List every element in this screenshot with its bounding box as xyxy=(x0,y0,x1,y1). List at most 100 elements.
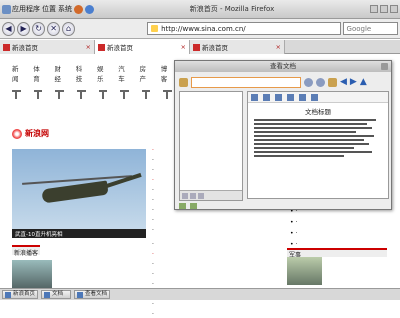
list-item[interactable]: · xyxy=(152,271,282,278)
tab-2[interactable]: 新浪首页 × xyxy=(95,40,190,54)
folder-icon[interactable] xyxy=(179,77,188,87)
back-button[interactable]: ◀ xyxy=(2,21,16,36)
nav-link[interactable]: 体育 xyxy=(33,63,44,93)
find-icon[interactable] xyxy=(304,77,313,87)
zoom-icon[interactable] xyxy=(316,77,325,87)
status-icon xyxy=(190,203,197,209)
nav-link[interactable]: 娱乐 xyxy=(97,63,108,93)
home-button[interactable]: ⌂ xyxy=(62,21,76,36)
text-line xyxy=(254,131,357,133)
list-item[interactable]: · xyxy=(152,217,182,224)
dialog-close-button[interactable] xyxy=(381,63,388,70)
up-arrow-icon[interactable]: ▲ xyxy=(360,77,367,87)
nav-link[interactable]: 科技 xyxy=(76,63,87,93)
home-icon[interactable] xyxy=(287,93,294,101)
browser-icon xyxy=(5,291,11,298)
nav-link[interactable]: 财经 xyxy=(55,63,66,93)
search-icon[interactable] xyxy=(198,192,204,199)
first-page-icon[interactable] xyxy=(251,93,258,101)
close-tab-icon[interactable]: × xyxy=(181,43,186,51)
channel-icon[interactable] xyxy=(33,90,43,100)
sidebar-pane[interactable] xyxy=(179,91,243,201)
channel-icon[interactable] xyxy=(163,90,172,100)
text-line xyxy=(254,151,372,153)
system-menu[interactable]: 系统 xyxy=(58,4,72,14)
list-item[interactable]: · xyxy=(152,281,282,288)
text-line xyxy=(254,139,365,141)
save-icon[interactable] xyxy=(311,93,318,101)
close-tab-icon[interactable]: × xyxy=(276,43,281,51)
favicon-icon xyxy=(3,43,10,51)
section-header-video[interactable]: 新浪播客 xyxy=(12,245,41,257)
firefox-icon[interactable] xyxy=(74,4,83,14)
taskbar: 新浪首页 文档 查看文档 xyxy=(0,288,400,300)
channel-icon[interactable] xyxy=(12,90,21,100)
list-item[interactable]: · xyxy=(152,261,282,268)
url-bar[interactable]: http://www.sina.com.cn/ xyxy=(147,22,341,35)
taskbar-item-viewer[interactable]: 查看文档 xyxy=(74,290,111,299)
text-line xyxy=(254,119,376,121)
bookmark-icon[interactable] xyxy=(328,77,337,87)
prev-page-icon[interactable] xyxy=(263,93,270,101)
list-item[interactable]: · xyxy=(152,311,282,318)
document-toolbar xyxy=(248,92,388,103)
tab-1[interactable]: 新浪首页 × xyxy=(0,40,95,54)
list-item[interactable]: · xyxy=(290,241,390,248)
next-arrow-icon[interactable]: ▶ xyxy=(350,77,357,87)
eye-logo-icon xyxy=(12,128,22,139)
status-icon xyxy=(179,203,186,209)
tab-3[interactable]: 新浪首页 × xyxy=(190,40,285,54)
applications-menu[interactable]: 应用程序 xyxy=(2,4,40,14)
mail-icon[interactable] xyxy=(85,4,94,14)
list-item[interactable]: · xyxy=(152,227,182,234)
dialog-search-input[interactable] xyxy=(191,76,301,88)
prev-arrow-icon[interactable]: ◀ xyxy=(340,77,347,87)
app-icon xyxy=(2,4,11,14)
document-pane[interactable]: 文档标题 xyxy=(247,91,389,199)
nav-link[interactable]: 博客 xyxy=(161,63,172,93)
channel-icon[interactable] xyxy=(141,90,151,100)
reload-button[interactable]: ↻ xyxy=(32,21,46,36)
url-text: http://www.sina.com.cn/ xyxy=(161,24,246,33)
channel-icon[interactable] xyxy=(76,90,86,100)
close-button[interactable] xyxy=(390,5,398,13)
maximize-button[interactable] xyxy=(380,5,388,13)
site-icon xyxy=(151,25,159,32)
taskbar-item-browser[interactable]: 新浪首页 xyxy=(2,290,39,299)
minimize-button[interactable] xyxy=(370,5,378,13)
places-menu[interactable]: 位置 xyxy=(42,4,56,14)
list-item[interactable]: · xyxy=(152,301,282,308)
nav-link[interactable]: 房产 xyxy=(140,63,151,93)
military-thumbnail[interactable] xyxy=(287,257,322,285)
text-line xyxy=(254,155,344,157)
forward-button[interactable]: ▶ xyxy=(17,21,31,36)
close-tab-icon[interactable]: × xyxy=(86,43,91,51)
tab-bar: 新浪首页 × 新浪首页 × 新浪首页 × xyxy=(0,40,400,54)
dialog-statusbar xyxy=(179,202,389,210)
search-input[interactable]: Google xyxy=(342,22,398,35)
channel-icon[interactable] xyxy=(55,90,64,100)
channel-icon[interactable] xyxy=(120,90,129,100)
stop-button[interactable]: ✕ xyxy=(47,21,61,36)
print-icon[interactable] xyxy=(299,93,306,101)
headline-image[interactable] xyxy=(12,149,146,229)
image-caption[interactable]: 武直-10直升机亮相 xyxy=(12,229,146,238)
text-line xyxy=(254,147,354,149)
nav-link[interactable]: 新闻 xyxy=(12,63,23,93)
list-item[interactable]: · xyxy=(152,251,282,258)
video-thumbnail[interactable] xyxy=(12,260,52,288)
site-logo[interactable]: 新浪网 xyxy=(12,128,49,139)
window-controls xyxy=(370,5,398,13)
taskbar-item-document[interactable]: 文档 xyxy=(41,290,72,299)
nav-link[interactable]: 汽车 xyxy=(118,63,129,93)
document-text xyxy=(248,116,388,160)
list-item[interactable]: · xyxy=(152,241,282,248)
thumb-icon[interactable] xyxy=(182,192,188,199)
list-item[interactable]: · xyxy=(290,219,390,226)
index-icon[interactable] xyxy=(190,192,196,199)
list-item[interactable]: · xyxy=(290,230,390,237)
channel-icon[interactable] xyxy=(98,90,108,100)
section-header-military[interactable]: 军事 xyxy=(287,248,387,259)
helicopter-body xyxy=(41,180,109,204)
next-page-icon[interactable] xyxy=(275,93,282,101)
